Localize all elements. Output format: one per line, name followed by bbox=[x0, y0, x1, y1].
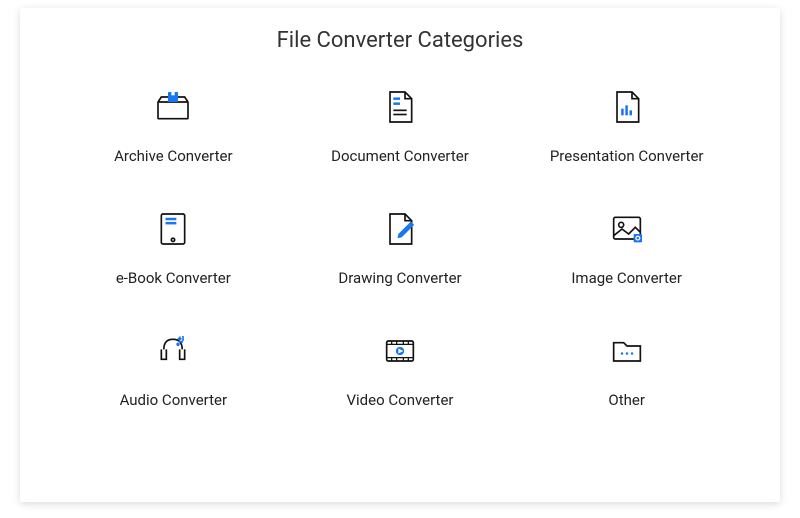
category-audio[interactable]: Audio Converter bbox=[70, 327, 277, 409]
drawing-icon bbox=[376, 205, 424, 253]
category-video[interactable]: Video Converter bbox=[297, 327, 504, 409]
category-label: Video Converter bbox=[346, 391, 453, 409]
presentation-icon bbox=[603, 83, 651, 131]
category-archive[interactable]: Archive Converter bbox=[70, 83, 277, 165]
category-document[interactable]: Document Converter bbox=[297, 83, 504, 165]
category-label: Presentation Converter bbox=[550, 147, 704, 165]
category-other[interactable]: Other bbox=[523, 327, 730, 409]
image-icon bbox=[603, 205, 651, 253]
page-title: File Converter Categories bbox=[60, 28, 740, 53]
category-ebook[interactable]: e-Book Converter bbox=[70, 205, 277, 287]
category-label: Document Converter bbox=[331, 147, 469, 165]
category-presentation[interactable]: Presentation Converter bbox=[523, 83, 730, 165]
archive-icon bbox=[149, 83, 197, 131]
category-label: Archive Converter bbox=[114, 147, 232, 165]
category-label: Audio Converter bbox=[120, 391, 227, 409]
category-label: Image Converter bbox=[571, 269, 682, 287]
categories-grid: Archive Converter Document Converter bbox=[60, 83, 740, 409]
converter-categories-panel: File Converter Categories Archive Conver… bbox=[20, 8, 780, 502]
category-label: e-Book Converter bbox=[116, 269, 231, 287]
category-label: Drawing Converter bbox=[338, 269, 461, 287]
category-drawing[interactable]: Drawing Converter bbox=[297, 205, 504, 287]
category-image[interactable]: Image Converter bbox=[523, 205, 730, 287]
folder-icon bbox=[603, 327, 651, 375]
audio-icon bbox=[149, 327, 197, 375]
ebook-icon bbox=[149, 205, 197, 253]
category-label: Other bbox=[608, 391, 645, 409]
video-icon bbox=[376, 327, 424, 375]
document-icon bbox=[376, 83, 424, 131]
